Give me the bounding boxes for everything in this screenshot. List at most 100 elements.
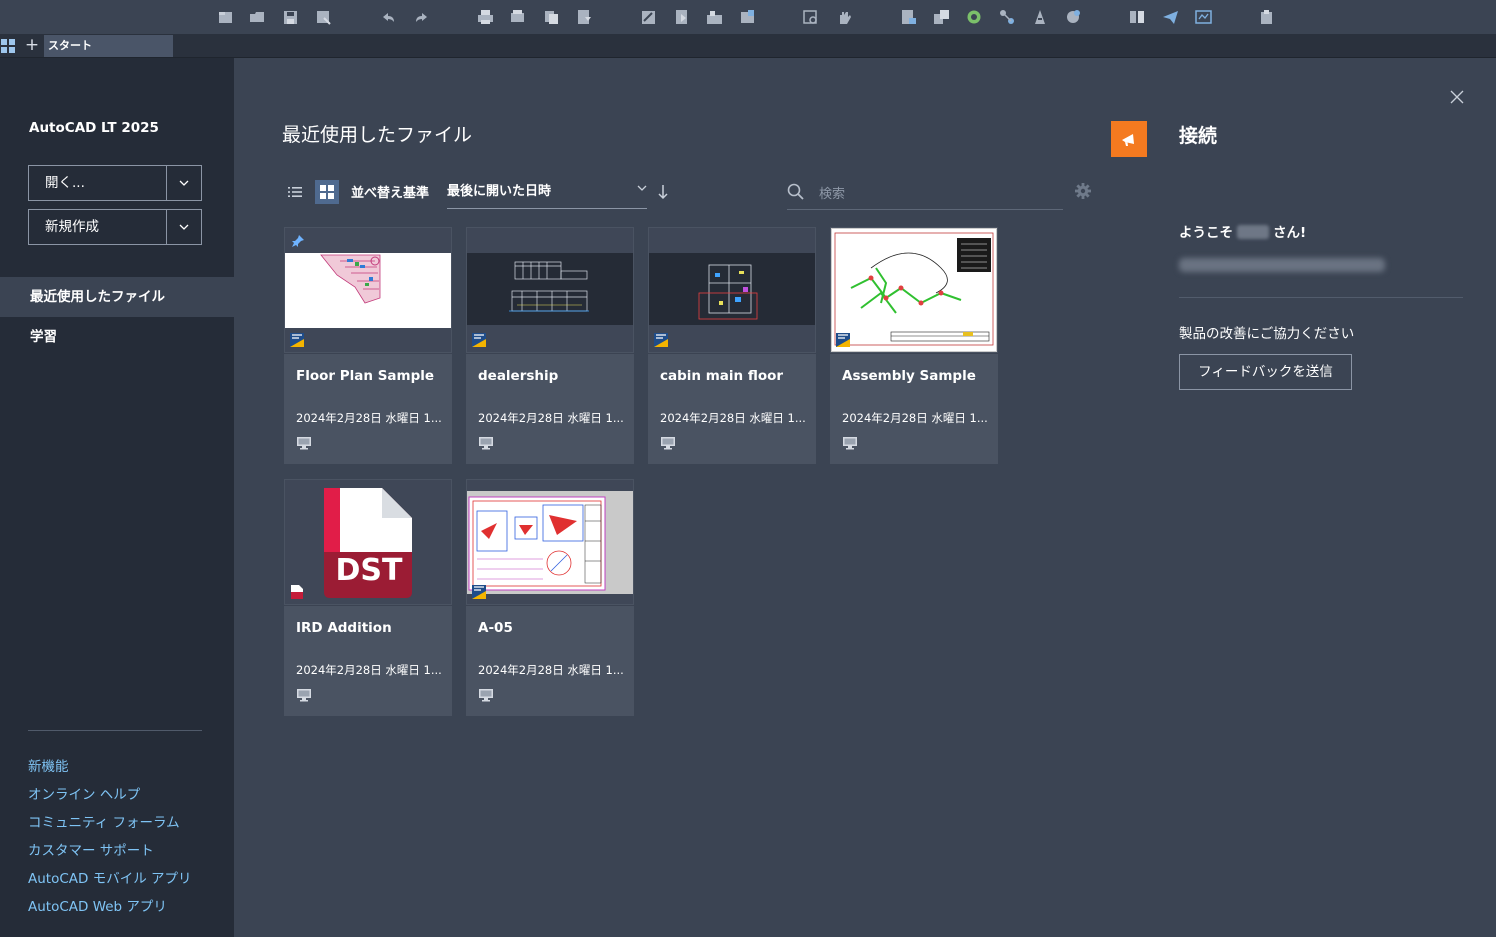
nav-learning[interactable]: 学習 [0,317,234,357]
pan-icon[interactable] [836,9,853,25]
gear-icon [1075,183,1091,199]
design-center-icon[interactable] [933,9,950,25]
list-view-button[interactable] [284,181,306,203]
link-web-app[interactable]: AutoCAD Web アプリ [28,895,167,915]
open-dropdown-button[interactable] [167,166,201,200]
sort-direction-button[interactable] [657,184,669,204]
open-button[interactable]: 開く... [29,166,167,200]
zoom-window-icon[interactable] [802,9,819,25]
recent-file-card[interactable]: dealership 2024年2月28日 水曜日 1... [466,227,634,464]
dwg-file-icon [835,332,851,348]
link-mobile-app[interactable]: AutoCAD モバイル アプリ [28,867,191,887]
viewer-icon[interactable] [1258,9,1275,25]
redacted-user-name [1237,225,1269,239]
file-name: Floor Plan Sample [296,368,435,384]
improve-text: 製品の改善にご協力ください [1179,326,1355,342]
file-name: IRD Addition [296,620,392,636]
chevron-down-icon [179,180,189,186]
properties-icon[interactable] [900,9,917,25]
settings-button[interactable] [1074,182,1092,204]
plot-icon[interactable] [477,9,494,25]
grid-view-button[interactable] [315,180,339,204]
dwg-file-icon [471,584,487,600]
card-separator [648,353,816,354]
save-as-icon[interactable] [315,9,332,25]
open-split-button: 開く... [28,165,202,201]
document-tab-bar: + スタート [0,34,1496,58]
start-sidebar: AutoCAD LT 2025 開く... 新規作成 最近使用したファイル 学習… [0,58,234,937]
tab-start[interactable]: スタート [44,35,173,57]
sort-select-value: 最後に開いた日時 [447,184,552,199]
connect-panel [1147,58,1496,937]
file-name: Assembly Sample [842,368,976,384]
new-dropdown-button[interactable] [167,210,201,244]
recent-file-card[interactable]: Assembly Sample 2024年2月28日 水曜日 1... [830,227,998,464]
calculator-icon[interactable] [1032,9,1049,25]
announcement-button[interactable] [1111,121,1147,157]
tool-palette-icon[interactable] [966,9,983,25]
markup-icon[interactable] [999,9,1016,25]
redacted-user-email [1179,258,1385,272]
card-separator [284,605,452,606]
save-icon[interactable] [282,9,299,25]
close-panel-button[interactable] [1449,89,1465,109]
file-name: cabin main floor [660,368,784,384]
recent-file-card[interactable]: cabin main floor 2024年2月28日 水曜日 1... [648,227,816,464]
block-editor-icon[interactable] [1129,9,1146,25]
file-thumbnail [649,228,815,352]
welcome-text: ようこそ さん! [1179,221,1306,241]
local-computer-icon [478,435,494,454]
compare-icon[interactable] [1065,9,1082,25]
search-placeholder: 検索 [819,187,846,202]
file-thumbnail: DST [285,480,451,604]
file-tabs-grid-icon[interactable] [1,38,15,53]
sheet-set-icon[interactable] [640,9,657,25]
send-icon[interactable] [1195,9,1212,25]
sort-select[interactable]: 最後に開いた日時 [447,180,647,209]
publish-icon[interactable] [543,9,560,25]
file-thumbnail [285,228,451,352]
file-date: 2024年2月28日 水曜日 1... [296,663,442,677]
quick-access-toolbar [0,0,1496,34]
nav-recent-files[interactable]: 最近使用したファイル [0,277,234,317]
local-computer-icon [660,435,676,454]
sort-label: 並べ替え基準 [351,186,430,201]
sidebar-divider [28,730,202,731]
layer-icon[interactable] [739,9,756,25]
link-customer-support[interactable]: カスタマー サポート [28,839,154,859]
local-computer-icon [478,687,494,706]
new-file-icon[interactable] [217,9,234,25]
dwg-file-icon [471,332,487,348]
pdf-import-icon[interactable] [576,9,593,25]
new-tab-button[interactable]: + [22,35,42,55]
local-computer-icon [296,435,312,454]
file-date: 2024年2月28日 水曜日 1... [660,411,806,425]
welcome-suffix: さん! [1273,225,1307,241]
redo-icon[interactable] [413,9,430,25]
file-thumbnail [467,480,633,604]
open-file-icon[interactable] [249,9,266,25]
search-input[interactable]: 検索 [787,178,1063,210]
card-separator [466,353,634,354]
card-separator [284,353,452,354]
undo-icon[interactable] [380,9,397,25]
recent-file-card[interactable]: DST IRD Addition 2024年2月28日 水曜日 1... [284,479,452,716]
file-date: 2024年2月28日 水曜日 1... [478,411,624,425]
share-icon[interactable] [1162,9,1179,25]
recent-file-card[interactable]: A-05 2024年2月28日 水曜日 1... [466,479,634,716]
arrow-down-icon [658,185,668,200]
file-date: 2024年2月28日 水曜日 1... [842,411,988,425]
xref-icon[interactable] [706,9,723,25]
insert-block-icon[interactable] [673,9,690,25]
send-feedback-button[interactable]: フィードバックを送信 [1179,354,1352,390]
recent-file-card[interactable]: Floor Plan Sample 2024年2月28日 水曜日 1... [284,227,452,464]
link-online-help[interactable]: オンライン ヘルプ [28,783,140,803]
link-whats-new[interactable]: 新機能 [28,755,69,775]
dwg-file-icon [653,332,669,348]
dst-file-icon [289,584,305,600]
new-drawing-button[interactable]: 新規作成 [29,210,167,244]
pin-icon[interactable] [291,233,305,252]
batch-plot-icon[interactable] [509,9,526,25]
local-computer-icon [842,435,858,454]
link-community-forum[interactable]: コミュニティ フォーラム [28,811,180,831]
